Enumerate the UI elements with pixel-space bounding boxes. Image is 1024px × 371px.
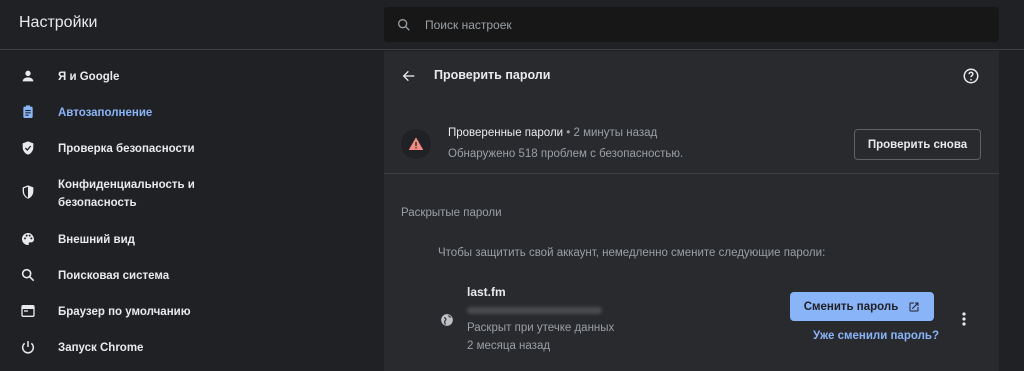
warning-icon [408, 137, 424, 150]
blurred-username [467, 307, 602, 314]
check-time: • 2 минуты назад [563, 127, 658, 139]
external-link-icon [909, 302, 919, 311]
sidebar: Я и Google Автозаполнение Проверка безоп… [0, 51, 384, 371]
panel-header: Проверить пароли [384, 51, 999, 103]
page-title: Проверить пароли [434, 68, 551, 82]
divider [384, 173, 999, 174]
palette-icon [21, 233, 34, 245]
check-summary: Обнаружено 518 проблем с безопасностью. [448, 148, 684, 160]
globe-icon [441, 314, 453, 326]
leak-status: Раскрыт при утечке данных [467, 322, 615, 334]
person-icon [22, 70, 34, 82]
back-arrow-icon[interactable] [401, 68, 417, 84]
clipboard-icon [23, 105, 33, 118]
sidebar-item-label: Проверка безопасности [58, 143, 195, 155]
search-box[interactable] [384, 7, 999, 42]
sidebar-item-label: Я и Google [58, 71, 120, 83]
help-icon[interactable] [962, 67, 980, 85]
recheck-button[interactable]: Проверить снова [854, 129, 981, 160]
sidebar-item-label: Браузер по умолчанию [58, 306, 191, 318]
warning-badge [401, 129, 431, 159]
more-vert-icon[interactable] [958, 311, 970, 327]
power-icon [22, 341, 34, 354]
sidebar-item-label: Внешний вид [58, 234, 135, 246]
sidebar-item-label: Поисковая система [58, 270, 170, 282]
app-title: Настройки [19, 14, 98, 31]
search-input[interactable] [425, 17, 925, 32]
search-icon [398, 18, 410, 31]
browser-icon [21, 305, 35, 317]
site-name: last.fm [467, 285, 506, 299]
change-password-button[interactable]: Сменить пароль [790, 292, 934, 321]
already-changed-link[interactable]: Уже сменили пароль? [813, 330, 939, 342]
sidebar-item-label-line1: Конфиденциальность и [58, 179, 195, 191]
sidebar-item-label: Конфиденциальность и безопасность [58, 176, 195, 212]
change-password-label: Сменить пароль [803, 300, 899, 313]
search-icon [21, 268, 35, 282]
check-title: Проверенные пароли [448, 127, 564, 139]
section-description: Чтобы защитить свой аккаунт, немедленно … [438, 247, 826, 259]
sidebar-item-label-line2: безопасность [58, 197, 137, 209]
sidebar-item-label: Автозаполнение [58, 107, 153, 119]
check-status-line: Проверенные пароли • 2 минуты назад [448, 127, 657, 139]
section-title: Раскрытые пароли [401, 207, 502, 219]
top-bar: Настройки [0, 0, 1024, 50]
check-status-row: Проверенные пароли • 2 минуты назад Обна… [384, 115, 999, 175]
sidebar-item-label: Запуск Chrome [58, 342, 144, 354]
shield-check-icon [22, 141, 34, 155]
password-check-panel: Проверить пароли Проверенные пароли • 2 … [384, 51, 999, 371]
shield-icon [22, 185, 34, 199]
leak-time: 2 месяца назад [467, 340, 551, 352]
